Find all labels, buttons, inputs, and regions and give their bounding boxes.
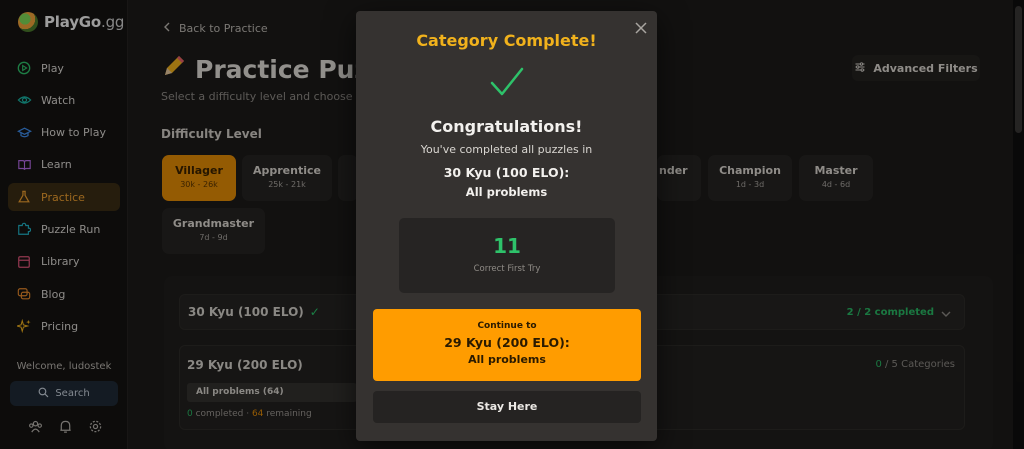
congrats-text: Congratulations! bbox=[430, 117, 583, 136]
continue-level: 29 Kyu (200 ELO): bbox=[444, 335, 570, 350]
completed-category: All problems bbox=[465, 185, 548, 199]
category-complete-modal: Category Complete! Congratulations! You'… bbox=[356, 11, 657, 441]
continue-category: All problems bbox=[468, 353, 546, 366]
continue-label: Continue to bbox=[477, 321, 537, 331]
stat-label: Correct First Try bbox=[473, 264, 541, 274]
completed-message: You've completed all puzzles in bbox=[420, 143, 593, 156]
success-check-icon bbox=[490, 66, 524, 98]
modal-heading: Category Complete! bbox=[416, 31, 597, 50]
stay-here-button[interactable]: Stay Here bbox=[373, 391, 641, 423]
stat-card: 11 Correct First Try bbox=[399, 218, 615, 293]
continue-button[interactable]: Continue to 29 Kyu (200 ELO): All proble… bbox=[373, 309, 641, 381]
stat-value: 11 bbox=[493, 234, 521, 258]
completed-level: 30 Kyu (100 ELO): bbox=[443, 165, 570, 180]
